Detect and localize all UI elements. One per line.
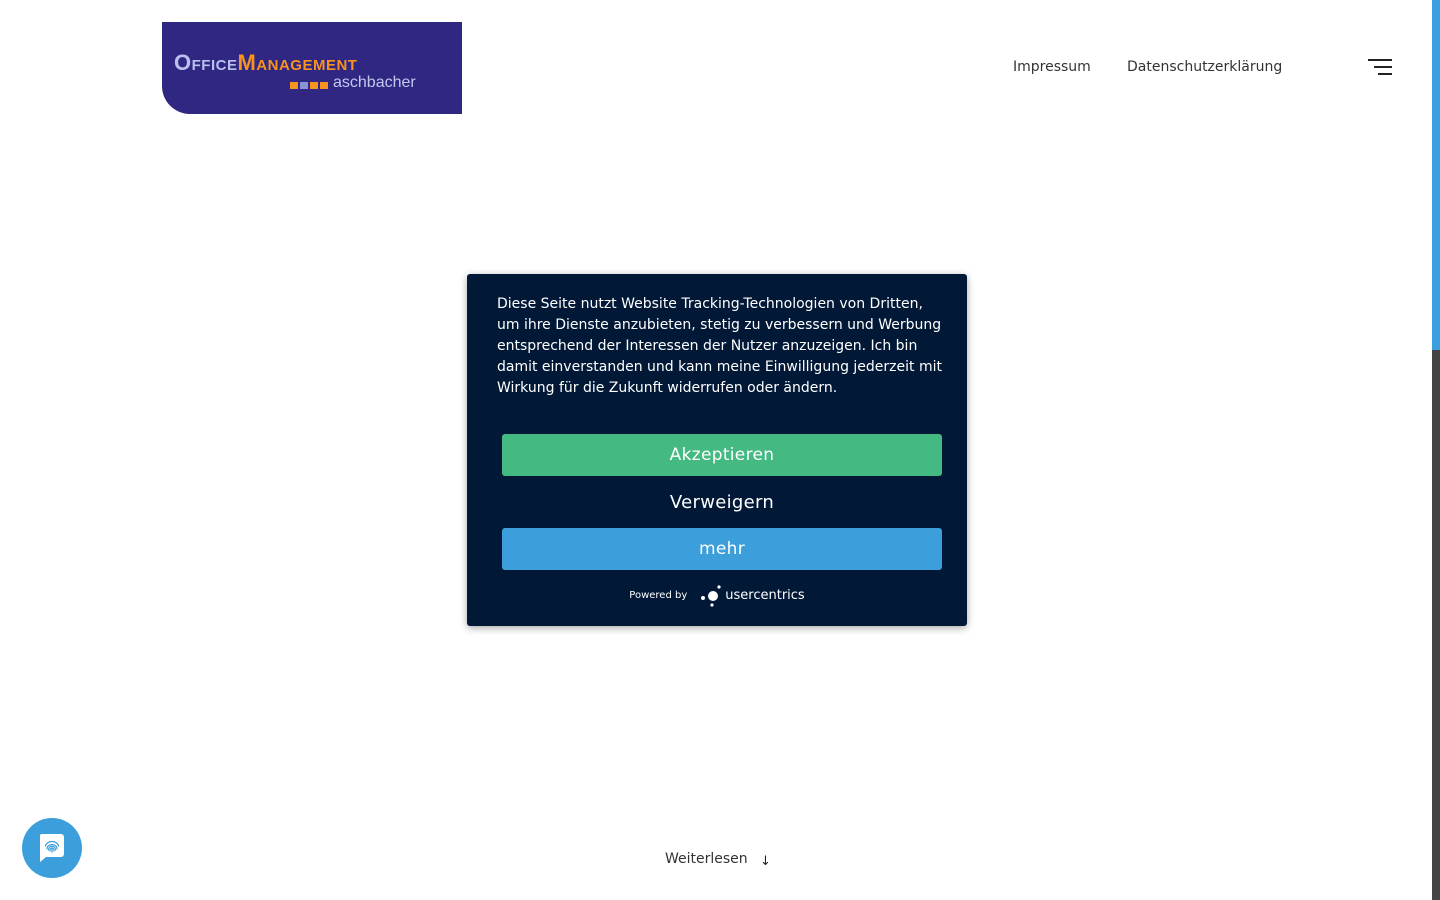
more-button[interactable]: mehr <box>502 528 942 570</box>
nav-link-datenschutz[interactable]: Datenschutzerklärung <box>1127 59 1282 75</box>
deny-button[interactable]: Verweigern <box>502 481 942 523</box>
site-logo[interactable]: OfficeManagement aschbacher <box>162 22 462 114</box>
logo-square <box>310 81 318 89</box>
hamburger-menu-icon[interactable] <box>1366 58 1392 76</box>
nav-link-impressum[interactable]: Impressum <box>1013 59 1091 75</box>
logo-word-office: Office <box>174 50 238 75</box>
read-more-link[interactable]: Weiterlesen <box>665 851 748 867</box>
consent-message: Diese Seite nutzt Website Tracking-Techn… <box>497 296 942 396</box>
usercentrics-dots-icon <box>701 585 721 607</box>
menu-bar <box>1374 66 1392 68</box>
fingerprint-icon <box>39 834 64 862</box>
arrow-down-icon[interactable]: ↓ <box>760 854 771 869</box>
logo-square <box>320 81 328 89</box>
logo-square <box>290 81 298 89</box>
usercentrics-logo[interactable]: usercentrics <box>699 583 805 607</box>
cookie-consent-dialog: Diese Seite nutzt Website Tracking-Techn… <box>467 274 967 626</box>
powered-by: Powered by usercentrics <box>467 583 967 607</box>
usercentrics-brand: usercentrics <box>725 587 805 603</box>
menu-bar <box>1368 59 1392 61</box>
logo-wordmark: OfficeManagement <box>174 52 357 74</box>
accept-button[interactable]: Akzeptieren <box>502 434 942 476</box>
logo-subline: aschbacher <box>290 74 416 93</box>
logo-subtitle: aschbacher <box>333 74 416 91</box>
menu-bar <box>1378 73 1392 75</box>
privacy-settings-button[interactable] <box>22 818 82 878</box>
scrollbar-thumb[interactable] <box>1432 0 1440 350</box>
logo-word-management: Management <box>237 50 358 75</box>
logo-square <box>300 81 308 89</box>
powered-by-label: Powered by <box>629 589 688 601</box>
